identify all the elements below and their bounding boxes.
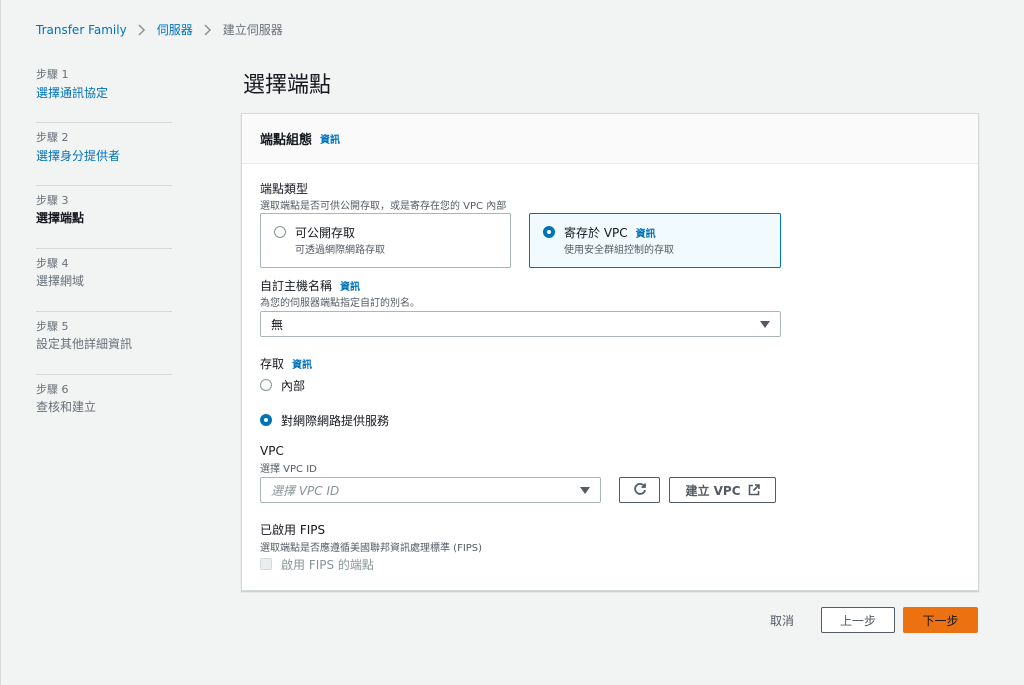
caret-down-icon (580, 487, 590, 494)
hostname-desc: 為您的伺服器端點指定自訂的別名。 (260, 298, 420, 309)
step-1: 步驟 1 選擇通訊協定 (36, 60, 172, 123)
external-link-icon (748, 484, 760, 496)
breadcrumb-current: 建立伺服器 (222, 23, 283, 37)
endpoint-public-tile[interactable]: 可公開存取 可透過網際網路存取 (260, 213, 511, 268)
step-number: 步驟 2 (36, 131, 69, 144)
step-label-details: 設定其他詳細資訊 (36, 337, 133, 351)
next-button[interactable]: 下一步 (903, 607, 978, 633)
chevron-right-icon (138, 23, 146, 36)
access-internal-label: 內部 (281, 379, 306, 393)
caret-down-icon (760, 321, 770, 328)
access-label-row: 存取 資訊 (260, 355, 312, 372)
info-link[interactable]: 資訊 (636, 225, 656, 240)
step-link-identity-provider[interactable]: 選擇身分提供者 (36, 149, 120, 163)
info-link[interactable]: 資訊 (340, 278, 360, 293)
breadcrumb-servers[interactable]: 伺服器 (157, 21, 193, 38)
step-2: 步驟 2 選擇身分提供者 (36, 123, 172, 186)
step-label-review: 查核和建立 (36, 400, 97, 414)
refresh-vpc-button[interactable] (619, 477, 660, 503)
endpoint-config-panel: 端點組態 資訊 端點類型 選取端點是否可供公開存取，或是寄存在您的 VPC 內部… (241, 113, 979, 591)
chevron-right-icon (204, 23, 212, 36)
hostname-select[interactable]: 無 (260, 311, 781, 337)
radio-access-internal[interactable] (260, 379, 272, 391)
endpoint-public-title: 可公開存取 (295, 226, 356, 240)
step-label-domain: 選擇網域 (36, 274, 85, 288)
fips-label: 已啟用 FIPS (260, 523, 326, 537)
hostname-label: 自訂主機名稱 (260, 279, 333, 293)
breadcrumb: Transfer Family 伺服器 建立伺服器 (36, 21, 283, 38)
step-6: 步驟 6 查核和建立 (36, 375, 172, 438)
wizard-steps: 步驟 1 選擇通訊協定 步驟 2 選擇身分提供者 步驟 3 選擇端點 步驟 4 … (36, 60, 172, 438)
panel-header: 端點組態 資訊 (242, 114, 978, 164)
fips-desc: 選取端點是否應遵循美國聯邦資訊處理標準 (FIPS) (260, 543, 483, 554)
panel-title: 端點組態 (260, 133, 313, 148)
endpoint-vpc-tile[interactable]: 寄存於 VPC 資訊 使用安全群組控制的存取 (529, 213, 781, 268)
radio-vpc[interactable] (543, 226, 555, 238)
vpc-label: VPC (260, 444, 284, 458)
breadcrumb-transfer-family[interactable]: Transfer Family (36, 23, 127, 37)
previous-button[interactable]: 上一步 (821, 607, 895, 633)
endpoint-vpc-desc: 使用安全群組控制的存取 (564, 245, 674, 256)
step-link-protocol[interactable]: 選擇通訊協定 (36, 86, 108, 100)
step-number: 步驟 6 (36, 383, 69, 396)
vpc-desc: 選擇 VPC ID (260, 464, 317, 475)
hostname-select-value: 無 (271, 317, 284, 332)
fips-checkbox-label: 啟用 FIPS 的端點 (281, 558, 374, 572)
endpoint-vpc-title-row: 寄存於 VPC 資訊 (564, 224, 656, 241)
step-number: 步驟 1 (36, 68, 69, 81)
info-link[interactable]: 資訊 (292, 356, 312, 371)
radio-access-internet[interactable] (260, 414, 272, 426)
create-vpc-label: 建立 VPC (685, 483, 741, 498)
radio-public[interactable] (274, 226, 286, 238)
create-vpc-button[interactable]: 建立 VPC (669, 477, 776, 503)
access-internet-label: 對網際網路提供服務 (281, 414, 390, 428)
step-current-endpoint: 選擇端點 (36, 211, 85, 225)
step-number: 步驟 4 (36, 257, 69, 270)
info-link[interactable]: 資訊 (320, 131, 340, 146)
step-5: 步驟 5 設定其他詳細資訊 (36, 312, 172, 375)
fips-checkbox[interactable] (260, 558, 272, 570)
page-title: 選擇端點 (243, 73, 332, 98)
refresh-icon (633, 482, 647, 499)
endpoint-type-label: 端點類型 (260, 182, 309, 196)
step-number: 步驟 3 (36, 194, 69, 207)
vpc-id-placeholder: 選擇 VPC ID (271, 483, 340, 498)
cancel-button[interactable]: 取消 (753, 607, 811, 633)
endpoint-type-desc: 選取端點是否可供公開存取，或是寄存在您的 VPC 內部 (260, 201, 507, 212)
access-label: 存取 (260, 357, 285, 371)
step-4: 步驟 4 選擇網域 (36, 249, 172, 312)
vpc-id-select[interactable]: 選擇 VPC ID (260, 477, 601, 503)
endpoint-vpc-title: 寄存於 VPC (564, 226, 628, 240)
endpoint-public-desc: 可透過網際網路存取 (295, 245, 385, 256)
hostname-label-row: 自訂主機名稱 資訊 (260, 277, 360, 294)
step-number: 步驟 5 (36, 320, 69, 333)
step-3: 步驟 3 選擇端點 (36, 186, 172, 249)
